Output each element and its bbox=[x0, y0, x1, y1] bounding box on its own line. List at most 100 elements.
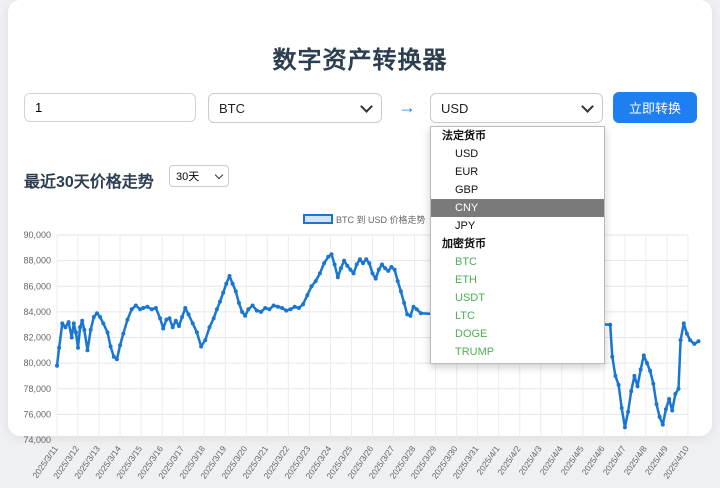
data-point bbox=[651, 381, 656, 386]
data-point bbox=[98, 315, 103, 319]
data-point bbox=[280, 306, 285, 310]
data-point bbox=[240, 309, 245, 314]
data-point bbox=[383, 266, 388, 271]
data-point bbox=[211, 316, 216, 321]
data-point bbox=[88, 327, 93, 332]
currency-dropdown: 法定货币 USD EUR GBP CNY JPY 加密货币 BTC ETH US… bbox=[430, 126, 605, 364]
trend-title: 最近30天价格走势 bbox=[24, 174, 154, 191]
dropdown-option-btc[interactable]: BTC bbox=[431, 253, 604, 271]
data-point bbox=[380, 262, 384, 267]
data-point bbox=[55, 363, 59, 368]
amount-input[interactable] bbox=[24, 93, 196, 122]
data-point bbox=[663, 407, 668, 412]
y-tick-label: 86,000 bbox=[23, 281, 51, 291]
data-point bbox=[194, 330, 199, 335]
range-select[interactable]: 30天 bbox=[169, 165, 229, 187]
data-point bbox=[313, 279, 318, 284]
dropdown-option-gbp[interactable]: GBP bbox=[431, 181, 604, 199]
data-point bbox=[66, 320, 71, 325]
from-currency-select[interactable]: BTC bbox=[208, 93, 382, 123]
data-point bbox=[342, 258, 347, 263]
data-point bbox=[236, 300, 241, 305]
data-point bbox=[411, 304, 416, 309]
data-point bbox=[63, 325, 68, 330]
data-point bbox=[259, 309, 263, 314]
data-point bbox=[153, 306, 158, 310]
data-point bbox=[158, 316, 163, 321]
dropdown-option-ltc[interactable]: LTC bbox=[431, 307, 604, 325]
data-point bbox=[317, 271, 322, 276]
dropdown-option-usdt[interactable]: USDT bbox=[431, 289, 604, 307]
data-point bbox=[660, 422, 665, 427]
data-point bbox=[681, 321, 686, 326]
dropdown-option-eur[interactable]: EUR bbox=[431, 163, 604, 181]
data-point bbox=[684, 331, 689, 336]
data-point bbox=[638, 367, 643, 372]
data-point bbox=[418, 311, 423, 316]
data-point bbox=[111, 354, 116, 359]
data-point bbox=[95, 311, 99, 316]
data-point bbox=[108, 344, 113, 349]
dropdown-option-doge[interactable]: DOGE bbox=[431, 325, 604, 343]
data-point bbox=[214, 307, 219, 312]
data-point bbox=[60, 321, 65, 326]
chevron-down-icon bbox=[214, 170, 224, 179]
data-point bbox=[610, 354, 615, 359]
data-point bbox=[641, 353, 646, 358]
data-point bbox=[118, 343, 123, 348]
dropdown-option-cny[interactable]: CNY bbox=[431, 199, 604, 217]
data-point bbox=[696, 339, 701, 344]
y-tick-label: 80,000 bbox=[23, 358, 51, 368]
y-tick-label: 76,000 bbox=[23, 409, 51, 419]
dropdown-option-trump[interactable]: TRUMP bbox=[431, 343, 604, 361]
data-point bbox=[329, 252, 334, 257]
data-point bbox=[180, 315, 185, 319]
data-point bbox=[284, 308, 289, 313]
dropdown-option-jpy[interactable]: JPY bbox=[431, 217, 604, 235]
dropdown-group-fiat: 法定货币 bbox=[442, 130, 486, 142]
data-point bbox=[91, 315, 96, 319]
data-point bbox=[199, 344, 204, 349]
data-point bbox=[170, 325, 175, 330]
data-point bbox=[357, 257, 362, 262]
data-point bbox=[367, 261, 372, 266]
data-point bbox=[57, 345, 62, 350]
data-point bbox=[230, 281, 235, 286]
data-point bbox=[73, 330, 78, 335]
data-point bbox=[224, 281, 229, 286]
data-point bbox=[114, 357, 119, 362]
data-point bbox=[635, 384, 640, 389]
y-tick-label: 90,000 bbox=[23, 230, 51, 240]
data-point bbox=[275, 304, 280, 309]
y-tick-label: 84,000 bbox=[23, 307, 51, 317]
data-point bbox=[348, 267, 353, 272]
data-point bbox=[76, 345, 80, 350]
data-point bbox=[616, 382, 621, 387]
convert-button[interactable]: 立即转换 bbox=[613, 92, 697, 123]
data-point bbox=[78, 325, 83, 330]
data-point bbox=[254, 308, 259, 313]
dropdown-option-eth[interactable]: ETH bbox=[431, 271, 604, 289]
data-point bbox=[227, 274, 232, 278]
data-point bbox=[271, 303, 276, 308]
chevron-down-icon bbox=[360, 99, 373, 113]
to-currency-select[interactable]: USD bbox=[430, 93, 603, 123]
data-point bbox=[376, 267, 381, 272]
data-point bbox=[326, 254, 331, 259]
data-point bbox=[392, 267, 397, 272]
data-point bbox=[246, 307, 251, 312]
data-point bbox=[125, 317, 130, 322]
y-tick-label: 82,000 bbox=[23, 333, 51, 343]
data-point bbox=[402, 300, 407, 305]
data-point bbox=[667, 397, 672, 401]
data-point bbox=[183, 306, 188, 310]
y-tick-label: 74,000 bbox=[23, 435, 51, 445]
data-point bbox=[654, 402, 659, 407]
data-point bbox=[186, 312, 191, 317]
y-tick-label: 78,000 bbox=[23, 384, 51, 394]
data-point bbox=[309, 284, 314, 289]
dropdown-option-usd[interactable]: USD bbox=[431, 145, 604, 163]
data-point bbox=[692, 341, 697, 346]
data-point bbox=[688, 338, 693, 343]
data-point bbox=[167, 316, 172, 321]
